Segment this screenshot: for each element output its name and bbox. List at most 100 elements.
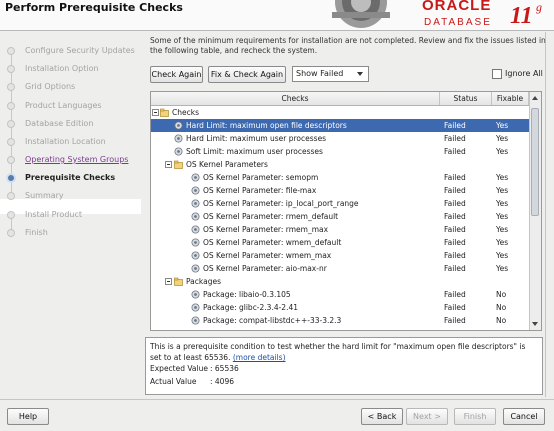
table-header: Checks Status Fixable [151, 92, 529, 106]
status-cell: Failed [444, 264, 466, 273]
actual-value-row: Actual Value: 4096 [150, 377, 234, 386]
step-indicator-icon [7, 211, 15, 219]
help-button[interactable]: Help [7, 408, 49, 425]
detail-panel: This is a prerequisite condition to test… [145, 337, 543, 395]
fixable-cell: Yes [496, 225, 509, 234]
table-row[interactable]: OS Kernel Parameter: ip_local_port_range… [151, 197, 529, 210]
table-row[interactable]: Package: glibc-2.3.4-2.41 Failed No [151, 301, 529, 314]
fixable-cell: No [496, 290, 507, 299]
table-row[interactable]: OS Kernel Parameter: semopm Failed Yes [151, 171, 529, 184]
check-item-icon [174, 121, 183, 130]
step-item: Product Languages [25, 101, 102, 110]
step-indicator-icon [7, 65, 15, 73]
check-label: OS Kernel Parameter: rmem_default [203, 212, 339, 221]
check-label: OS Kernel Parameters [186, 160, 268, 169]
back-button[interactable]: < Back [361, 408, 403, 425]
svg-text:DATABASE: DATABASE [424, 17, 492, 28]
footer-divider [0, 399, 554, 400]
folder-icon [174, 277, 183, 286]
status-cell: Failed [444, 147, 466, 156]
column-header-fixable[interactable]: Fixable [492, 92, 529, 105]
table-row[interactable]: Package: compat-libstdc++-33-3.2.3 Failed… [151, 314, 529, 327]
check-item-icon [191, 290, 200, 299]
table-row[interactable]: OS Kernel Parameter: wmem_max Failed Yes [151, 249, 529, 262]
table-row[interactable]: OS Kernel Parameter: aio-max-nr Failed Yes [151, 262, 529, 275]
table-group-row[interactable]: Packages [151, 275, 529, 288]
check-item-icon [191, 251, 200, 260]
status-cell: Failed [444, 173, 466, 182]
fixable-cell: Yes [496, 264, 509, 273]
table-row[interactable]: OS Kernel Parameter: wmem_default Failed Y… [151, 236, 529, 249]
check-item-icon [191, 225, 200, 234]
status-cell: Failed [444, 290, 466, 299]
window-header: Perform Prerequisite Checks ORACLE DATAB… [0, 0, 554, 30]
check-label: Checks [172, 108, 199, 117]
filter-select[interactable]: Show Failed [292, 66, 369, 82]
check-label: OS Kernel Parameter: file-max [203, 186, 317, 195]
check-item-icon [191, 264, 200, 273]
svg-text:g: g [536, 0, 542, 14]
step-item: Install Product [25, 210, 82, 219]
step-indicator-icon [7, 229, 15, 237]
table-group-row[interactable]: Checks [151, 106, 529, 119]
step-item: Summary [25, 191, 64, 200]
cancel-button[interactable]: Cancel [503, 408, 545, 425]
status-cell: Failed [444, 199, 466, 208]
check-item-icon [191, 212, 200, 221]
scrollbar-thumb[interactable] [531, 108, 539, 216]
column-header-checks[interactable]: Checks [151, 92, 440, 105]
table-row[interactable]: Hard Limit: maximum open file descriptor… [151, 119, 529, 132]
status-cell: Failed [444, 134, 466, 143]
collapse-toggle-icon[interactable] [152, 109, 159, 116]
step-indicator-icon [6, 173, 16, 183]
step-item[interactable]: Operating System Groups [25, 155, 128, 164]
collapse-toggle-icon[interactable] [165, 161, 172, 168]
table-scrollbar[interactable] [529, 92, 541, 330]
check-item-icon [191, 316, 200, 325]
table-row[interactable]: Hard Limit: maximum user processes Failed… [151, 132, 529, 145]
step-indicator-icon [7, 138, 15, 146]
fixable-cell: Yes [496, 199, 509, 208]
step-item: Prerequisite Checks [25, 173, 116, 182]
table-row[interactable]: OS Kernel Parameter: rmem_max Failed Yes [151, 223, 529, 236]
table-group-row[interactable]: OS Kernel Parameters [151, 158, 529, 171]
chevron-down-icon [357, 72, 363, 76]
gear-graphic-icon [332, 0, 390, 28]
fixable-cell: No [496, 316, 507, 325]
detail-description: This is a prerequisite condition to test… [150, 342, 526, 362]
check-item-icon [191, 238, 200, 247]
table-row[interactable]: OS Kernel Parameter: rmem_default Failed Y… [151, 210, 529, 223]
step-indicator-icon [7, 83, 15, 91]
next-button[interactable]: Next > [406, 408, 448, 425]
check-item-icon [174, 134, 183, 143]
table-row[interactable]: Package: libaio-0.3.105 Failed No [151, 288, 529, 301]
header-divider [0, 30, 554, 31]
check-again-button[interactable]: Check Again [150, 66, 203, 83]
ignore-all-label: Ignore All [505, 69, 543, 78]
check-label: OS Kernel Parameter: ip_local_port_range [203, 199, 359, 208]
fixable-cell: Yes [496, 173, 509, 182]
check-label: OS Kernel Parameter: aio-max-nr [203, 264, 327, 273]
scroll-up-icon[interactable] [532, 96, 538, 100]
scroll-down-icon[interactable] [532, 322, 538, 326]
status-cell: Failed [444, 186, 466, 195]
fixable-cell: Yes [496, 238, 509, 247]
fix-check-again-button[interactable]: Fix & Check Again [208, 66, 286, 83]
check-item-icon [174, 147, 183, 156]
status-cell: Failed [444, 251, 466, 260]
collapse-toggle-icon[interactable] [165, 278, 172, 285]
fixable-cell: Yes [496, 212, 509, 221]
check-label: Hard Limit: maximum user processes [186, 134, 327, 143]
step-navigation: Configure Security Updates Installation O… [0, 33, 141, 393]
finish-button[interactable]: Finish [454, 408, 496, 425]
status-cell: Failed [444, 303, 466, 312]
ignore-all-checkbox[interactable] [492, 69, 502, 79]
table-row[interactable]: OS Kernel Parameter: file-max Failed Yes [151, 184, 529, 197]
table-row[interactable]: Soft Limit: maximum user processes Failed… [151, 145, 529, 158]
more-details-link[interactable]: (more details) [233, 353, 286, 362]
column-header-status[interactable]: Status [440, 92, 492, 105]
status-cell: Failed [444, 225, 466, 234]
step-indicator-icon [7, 102, 15, 110]
folder-icon [160, 108, 169, 117]
fixable-cell: Yes [496, 134, 509, 143]
